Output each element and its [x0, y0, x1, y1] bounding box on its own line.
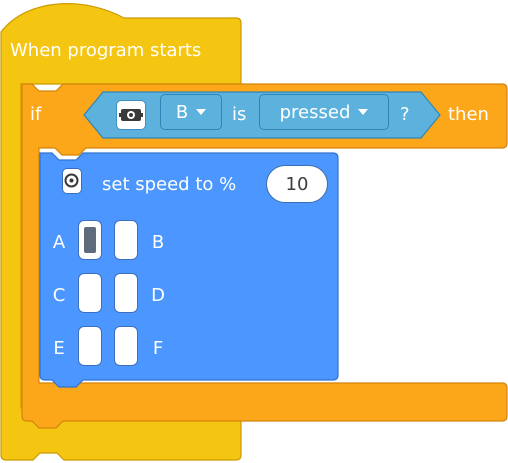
port-letter-b: B — [151, 232, 165, 253]
port-slot-e[interactable] — [78, 326, 102, 366]
port-slot-c[interactable] — [78, 273, 102, 313]
hat-block-title: When program starts — [10, 40, 202, 61]
then-label: then — [448, 104, 489, 125]
port-slot-a[interactable] — [78, 220, 102, 260]
set-speed-label: set speed to % — [102, 174, 237, 195]
port-dropdown-value: B — [175, 101, 189, 123]
port-slot-d[interactable] — [114, 273, 138, 313]
chevron-down-icon — [196, 109, 207, 115]
port-letter-c: C — [52, 285, 66, 306]
chevron-down-icon — [358, 109, 369, 115]
block-canvas — [0, 3, 508, 461]
port-slot-f[interactable] — [114, 326, 138, 366]
port-slot-b[interactable] — [114, 220, 138, 260]
question-mark-label: ? — [400, 104, 410, 125]
motor-pair-icon — [62, 168, 82, 194]
port-letter-d: D — [151, 285, 165, 306]
force-sensor-icon — [116, 100, 146, 130]
port-letter-a: A — [52, 232, 66, 253]
port-dropdown[interactable]: B — [160, 94, 222, 130]
port-letter-f: F — [152, 338, 164, 359]
state-dropdown[interactable]: pressed — [259, 94, 389, 130]
if-label: if — [30, 104, 42, 125]
speed-value-input[interactable]: 10 — [266, 165, 328, 203]
port-letter-e: E — [53, 338, 65, 359]
is-label: is — [232, 104, 247, 125]
state-dropdown-value: pressed — [279, 101, 351, 123]
